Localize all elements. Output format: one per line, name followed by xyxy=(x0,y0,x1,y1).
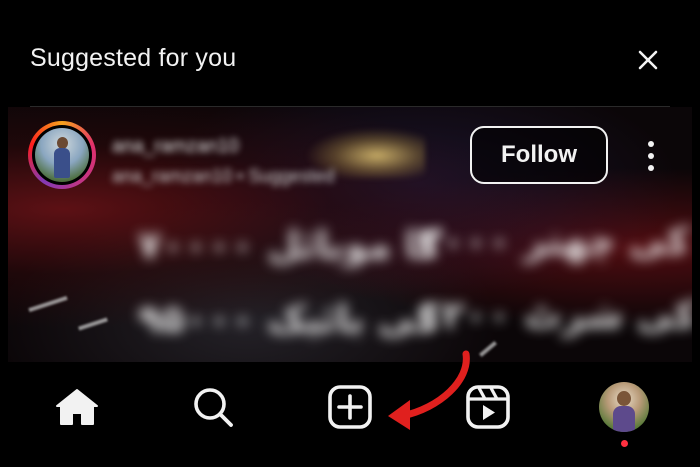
profile-avatar-head xyxy=(617,391,631,406)
nav-profile-button[interactable] xyxy=(599,382,649,432)
more-options-button[interactable] xyxy=(638,138,664,174)
more-dot xyxy=(648,153,654,159)
avatar-border xyxy=(32,125,92,185)
post-text-line: ۷۰۰۰۰ کا موبائل xyxy=(138,223,441,267)
more-vertical-icon xyxy=(648,141,654,147)
notification-dot xyxy=(621,440,628,447)
page-title: Suggested for you xyxy=(30,44,237,72)
nav-reels-button[interactable] xyxy=(463,380,513,434)
suggested-user-avatar[interactable] xyxy=(28,121,96,189)
avatar xyxy=(35,128,89,182)
plus-square-icon xyxy=(328,385,372,429)
image-streak xyxy=(479,341,497,357)
post-text-line: ۹۵۰۰۰ کی بائیک xyxy=(138,297,439,341)
nav-home-button[interactable] xyxy=(52,380,102,434)
follow-button[interactable]: Follow xyxy=(470,126,608,184)
post-text-line: ۲۰۰۰ کی چھتر xyxy=(418,219,690,263)
image-streak xyxy=(78,317,108,331)
image-streak xyxy=(28,295,68,313)
close-button[interactable] xyxy=(632,44,664,76)
reels-icon xyxy=(466,385,510,429)
home-icon xyxy=(56,389,98,425)
search-icon xyxy=(194,388,233,427)
post-text-line: ۱۲۰۰ کی شرٹ xyxy=(418,293,692,337)
nav-create-button[interactable] xyxy=(325,380,375,434)
profile-avatar-body xyxy=(613,406,635,432)
user-subline: ana_ramzan10 • Suggested xyxy=(112,166,335,186)
avatar-body xyxy=(54,148,70,178)
nav-search-button[interactable] xyxy=(188,380,238,434)
more-dot xyxy=(648,165,654,171)
suggested-header: Suggested for you xyxy=(0,0,700,106)
close-icon xyxy=(638,50,658,70)
username[interactable]: ana_ramzan10 xyxy=(112,136,239,158)
